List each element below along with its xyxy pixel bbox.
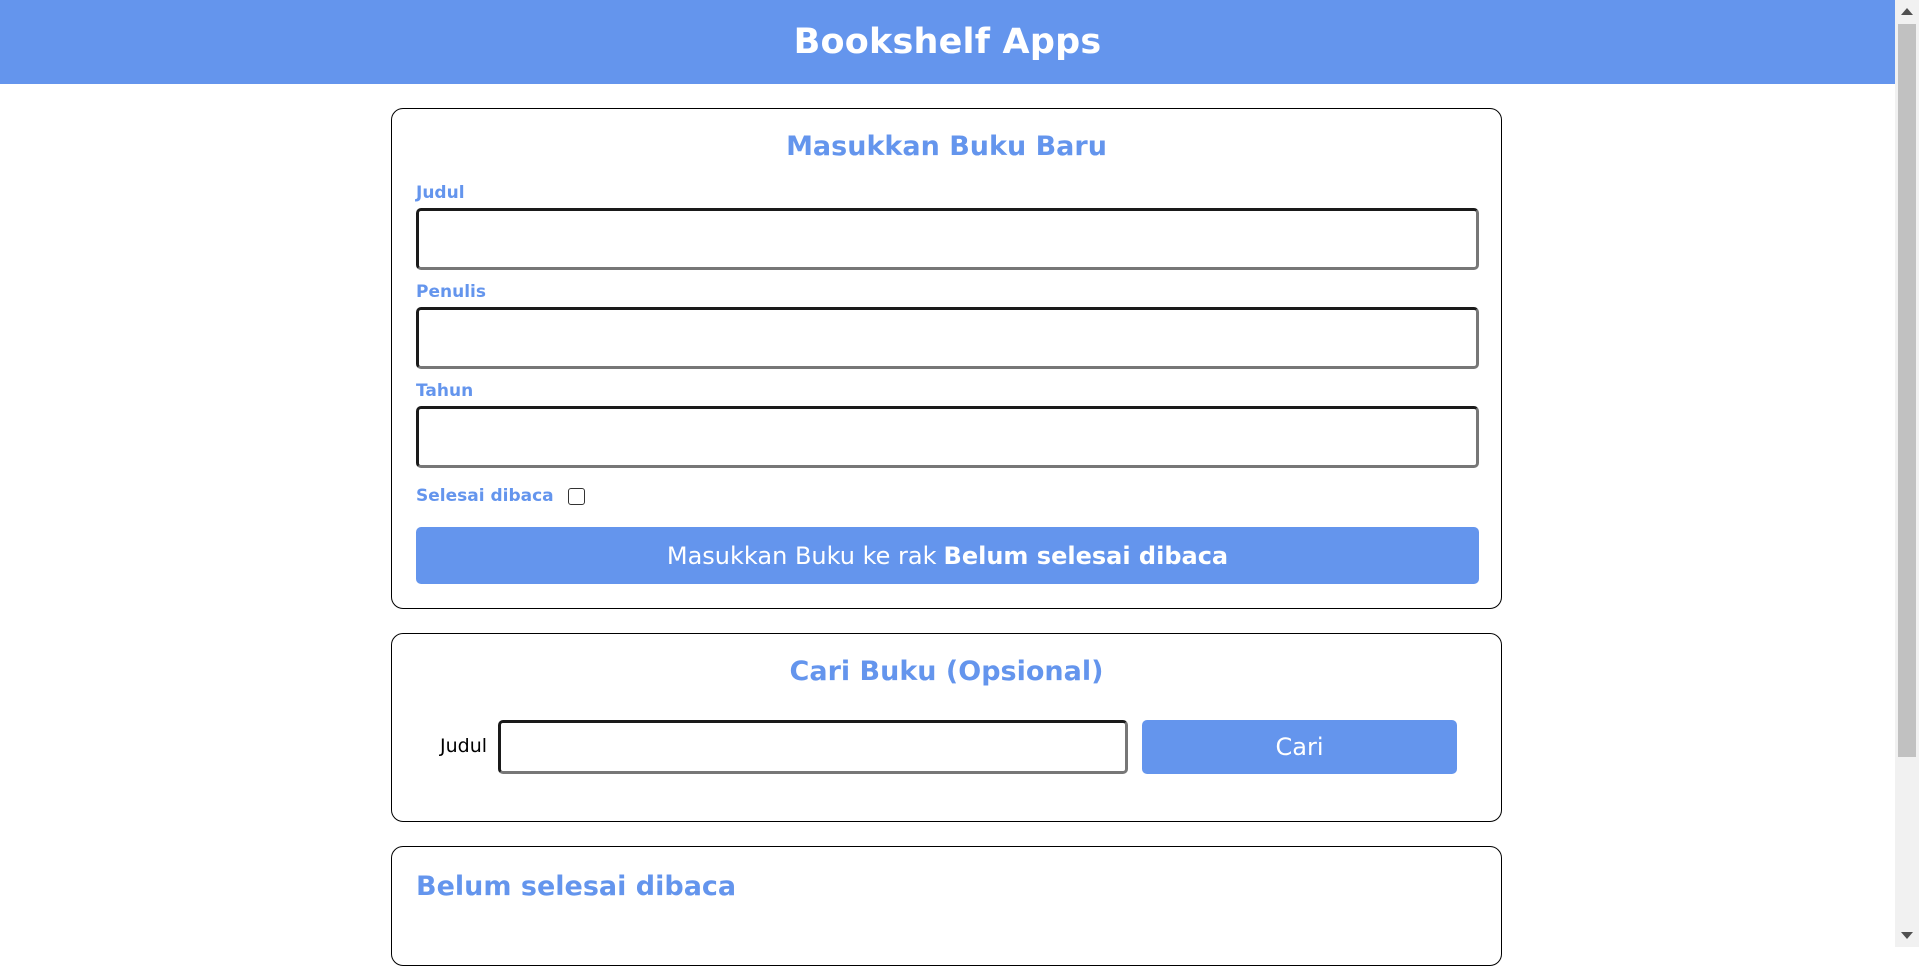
- submit-book-button[interactable]: Masukkan Buku ke rak Belum selesai dibac…: [416, 527, 1479, 584]
- incomplete-shelf-title: Belum selesai dibaca: [416, 871, 737, 902]
- input-book-section: Masukkan Buku Baru Judul Penulis Tahun S…: [391, 108, 1502, 609]
- search-section-title: Cari Buku (Opsional): [789, 656, 1104, 687]
- incomplete-bookshelf-section: Belum selesai dibaca: [391, 846, 1502, 966]
- app-title: Bookshelf Apps: [793, 22, 1102, 62]
- scroll-up-icon[interactable]: [1901, 8, 1913, 15]
- book-title-label: Judul: [416, 183, 465, 203]
- search-title-label: Judul: [440, 735, 488, 757]
- search-button[interactable]: Cari: [1142, 720, 1457, 774]
- submit-button-shelf: Belum selesai dibaca: [943, 541, 1229, 570]
- book-author-input[interactable]: [416, 307, 1479, 369]
- book-year-label: Tahun: [416, 381, 474, 401]
- complete-checkbox[interactable]: [567, 487, 585, 505]
- search-title-input[interactable]: [498, 720, 1128, 774]
- book-title-input[interactable]: [416, 208, 1479, 270]
- scroll-thumb[interactable]: [1898, 24, 1916, 757]
- search-book-section: Cari Buku (Opsional) Judul Cari: [391, 633, 1502, 822]
- input-section-title: Masukkan Buku Baru: [786, 131, 1107, 162]
- book-author-label: Penulis: [416, 282, 486, 302]
- submit-button-prefix: Masukkan Buku ke rak: [666, 541, 937, 570]
- complete-checkbox-label: Selesai dibaca: [416, 486, 554, 506]
- app-header: Bookshelf Apps: [0, 0, 1895, 84]
- scroll-down-icon[interactable]: [1901, 932, 1913, 939]
- complete-check-row: Selesai dibaca: [416, 486, 585, 506]
- book-year-input[interactable]: [416, 406, 1479, 468]
- page-scrollbar[interactable]: [1895, 0, 1919, 947]
